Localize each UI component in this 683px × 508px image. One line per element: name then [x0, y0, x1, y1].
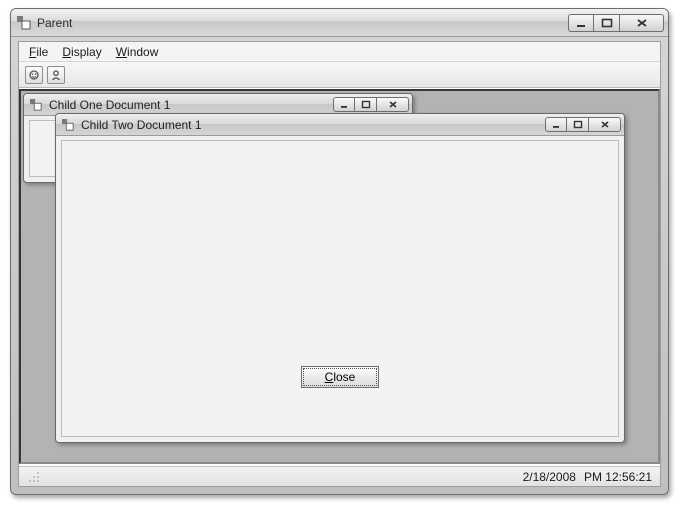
- statusbar-grip-icon: [27, 470, 41, 484]
- child-one-close-button[interactable]: [377, 97, 409, 112]
- menu-display[interactable]: Display: [62, 45, 101, 59]
- child-one-maximize-button[interactable]: [355, 97, 377, 112]
- parent-window: Parent File Display Window: [10, 8, 669, 495]
- close-button[interactable]: [620, 14, 664, 32]
- child-two-minimize-button[interactable]: [545, 117, 567, 132]
- child-two-maximize-button[interactable]: [567, 117, 589, 132]
- menu-file[interactable]: File: [29, 45, 48, 59]
- child-two-title: Child Two Document 1: [81, 118, 545, 132]
- mdi-child-icon: [29, 98, 43, 112]
- window-buttons: [568, 14, 664, 32]
- menubar: File Display Window: [19, 42, 660, 62]
- status-date: 2/18/2008: [523, 470, 582, 484]
- parent-titlebar[interactable]: Parent: [11, 9, 668, 37]
- child-two-close-button[interactable]: [589, 117, 621, 132]
- menu-window[interactable]: Window: [116, 45, 159, 59]
- client-frame: File Display Window: [18, 41, 661, 487]
- maximize-button[interactable]: [594, 14, 620, 32]
- toolbar-button-2[interactable]: [47, 66, 65, 84]
- mdi-child-icon: [61, 118, 75, 132]
- minimize-button[interactable]: [568, 14, 594, 32]
- child-window-two[interactable]: Child Two Document 1 Close: [55, 113, 625, 443]
- statusbar: 2/18/2008 PM 12:56:21: [19, 466, 660, 486]
- mdi-client-area: Child One Document 1: [19, 89, 660, 464]
- parent-title: Parent: [37, 16, 568, 30]
- child-two-client: Close: [61, 140, 619, 437]
- app-icon: [17, 16, 31, 30]
- status-time: PM 12:56:21: [582, 470, 652, 484]
- child-one-title: Child One Document 1: [49, 98, 333, 112]
- close-document-button[interactable]: Close: [301, 366, 379, 388]
- toolbar: [19, 62, 660, 88]
- child-two-titlebar[interactable]: Child Two Document 1: [56, 114, 624, 136]
- child-one-minimize-button[interactable]: [333, 97, 355, 112]
- toolbar-button-1[interactable]: [25, 66, 43, 84]
